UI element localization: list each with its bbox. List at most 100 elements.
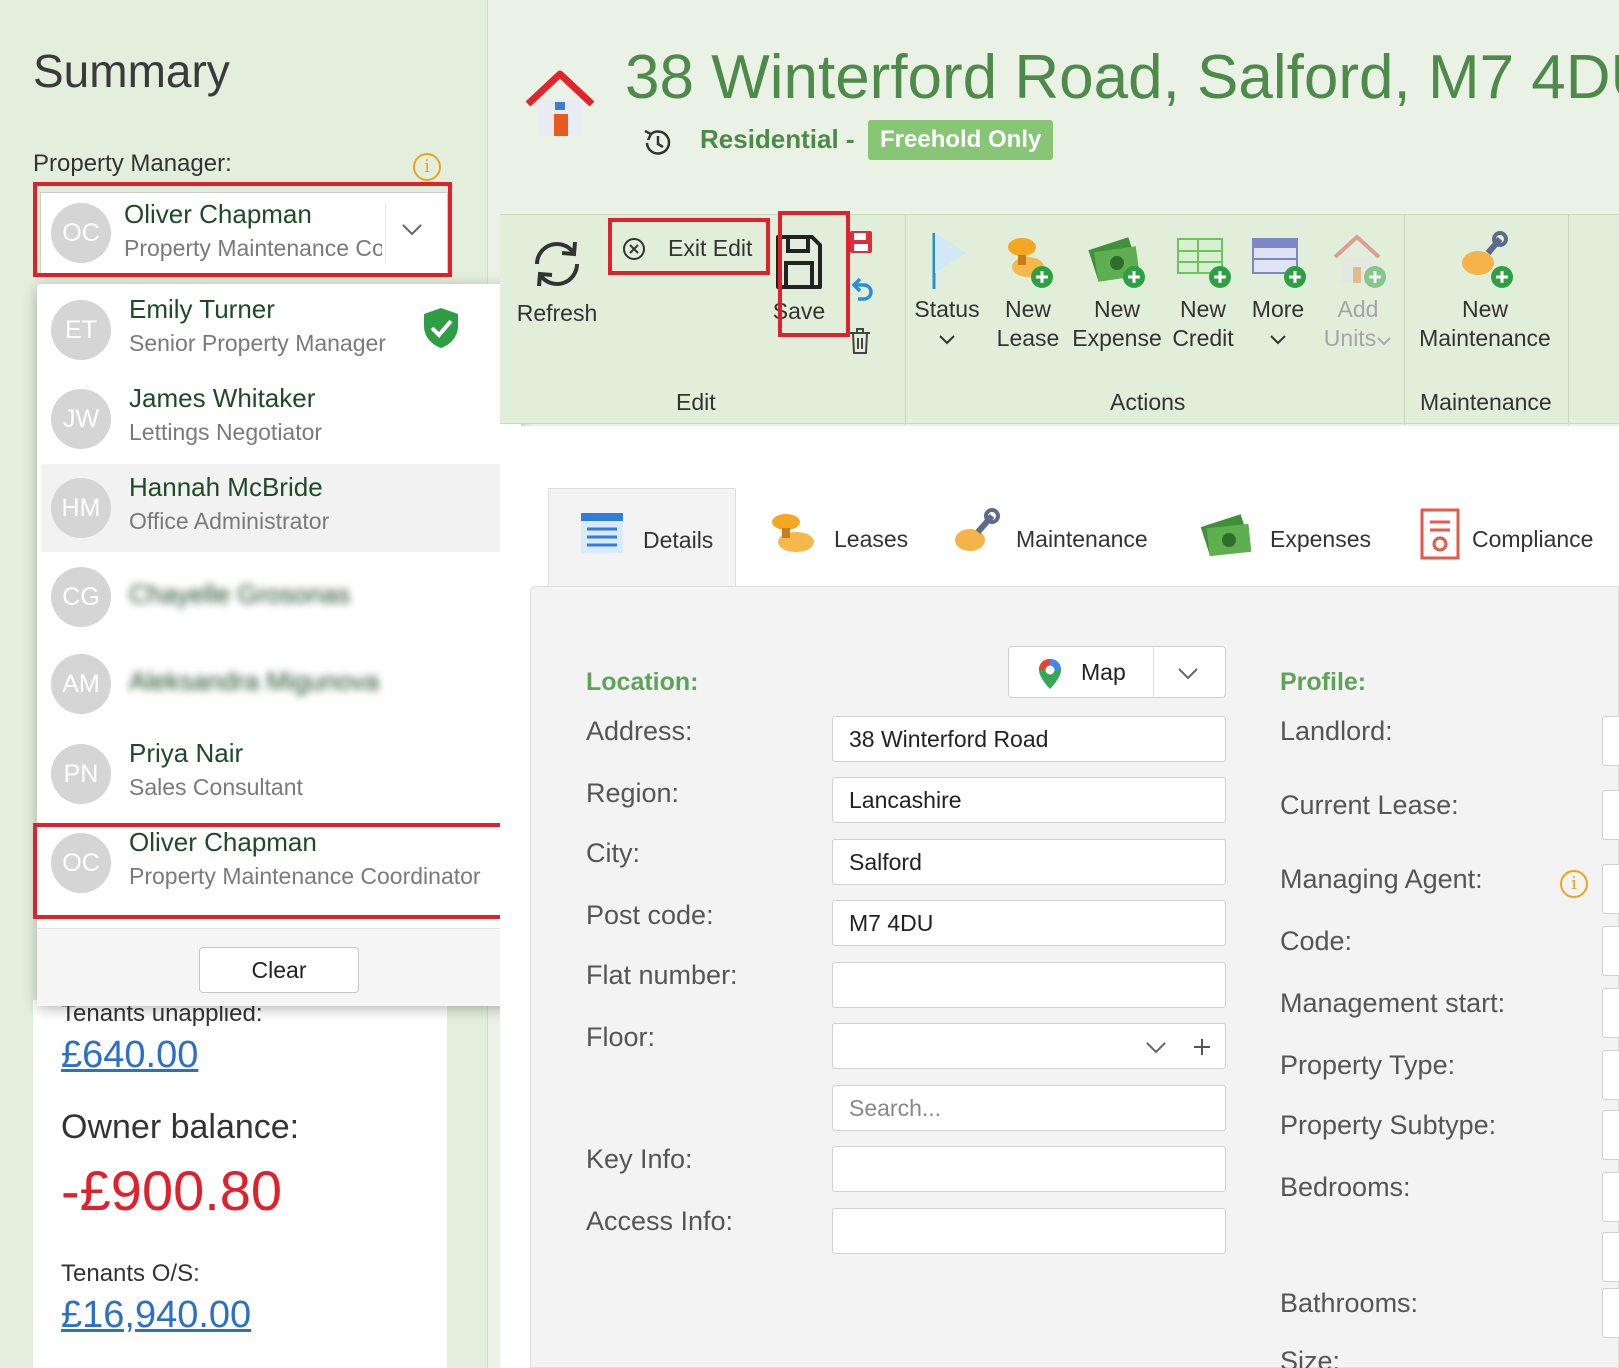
owner-balance-value: -£900.80	[61, 1159, 283, 1222]
clear-button[interactable]: Clear	[199, 947, 359, 993]
address-input[interactable]: 38 Winterford Road	[832, 716, 1226, 762]
key-info-input[interactable]	[832, 1146, 1226, 1192]
floor-select[interactable]	[832, 1023, 1226, 1069]
divider	[385, 203, 386, 263]
bathrooms-input[interactable]	[1602, 1288, 1619, 1338]
chevron-down-icon[interactable]	[1145, 1041, 1167, 1055]
avatar: CG	[51, 567, 111, 627]
save-small-icon[interactable]	[848, 229, 874, 255]
more-button[interactable]: More	[1240, 229, 1316, 353]
divider	[1153, 647, 1154, 697]
plus-icon[interactable]	[1193, 1038, 1211, 1056]
undo-icon[interactable]	[848, 277, 874, 303]
access-info-input[interactable]	[832, 1208, 1226, 1254]
avatar: PN	[51, 744, 111, 804]
history-icon[interactable]	[640, 125, 676, 161]
chevron-down-icon	[1270, 335, 1286, 345]
dropdown-option-selected[interactable]: OC Oliver Chapman Property Maintenance C…	[41, 819, 511, 907]
expenses-money-icon	[1200, 514, 1252, 557]
current-lease-label: Current Lease:	[1280, 790, 1459, 820]
ribbon-separator	[1568, 215, 1569, 425]
info-icon[interactable]: i	[1560, 870, 1588, 898]
code-input[interactable]	[1602, 926, 1619, 976]
more-sheet-icon	[1252, 238, 1306, 288]
bedrooms-input[interactable]	[1602, 1172, 1619, 1222]
delete-icon[interactable]	[848, 327, 872, 355]
floor-search-input[interactable]: Search...	[832, 1085, 1226, 1131]
new-expense-button[interactable]: New Expense	[1068, 229, 1166, 353]
dropdown-option[interactable]: JW James Whitaker Lettings Negotiator	[41, 375, 511, 463]
city-label: City:	[586, 838, 640, 868]
info-icon[interactable]: i	[413, 153, 441, 181]
new-lease-button[interactable]: New Lease	[988, 229, 1068, 353]
landlord-input[interactable]	[1602, 716, 1619, 766]
dropdown-option[interactable]: PN Priya Nair Sales Consultant	[41, 730, 511, 818]
maintenance-wrench-icon	[955, 508, 1000, 551]
status-button[interactable]: Status	[906, 229, 988, 353]
city-input[interactable]: Salford	[832, 839, 1226, 885]
chevron-down-icon[interactable]	[1177, 667, 1199, 681]
financial-summary: Tenants unapplied: £640.00 Owner balance…	[33, 1000, 447, 1368]
new-maintenance-button[interactable]: New Maintenance	[1410, 229, 1560, 353]
shield-check-icon	[424, 308, 458, 348]
location-heading: Location:	[586, 668, 699, 696]
chevron-down-icon[interactable]	[401, 223, 423, 237]
tab-expenses[interactable]: Expenses	[1196, 488, 1386, 586]
exit-edit-label: Exit Edit	[668, 235, 753, 261]
tenants-unapplied-link[interactable]: £640.00	[61, 1034, 198, 1077]
map-button[interactable]: Map	[1008, 646, 1226, 698]
tab-maintenance[interactable]: Maintenance	[944, 488, 1164, 586]
property-address-title: 38 Winterford Road, Salford, M7 4DU	[625, 43, 1619, 112]
option-role: Property Maintenance Coordinator	[129, 863, 481, 889]
management-start-input[interactable]	[1602, 988, 1619, 1038]
exit-edit-button[interactable]: Exit Edit	[610, 225, 764, 271]
property-type-input[interactable]	[1602, 1050, 1619, 1100]
flag-icon	[932, 233, 966, 289]
bathrooms-label: Bathrooms:	[1280, 1288, 1419, 1318]
tab-label: Compliance	[1472, 526, 1594, 552]
dropdown-footer: Clear	[37, 928, 521, 1006]
add-units-house-icon	[1333, 234, 1386, 288]
refresh-label: Refresh	[516, 300, 598, 326]
tab-label: Maintenance	[1016, 526, 1148, 552]
option-name: Hannah McBride	[129, 472, 323, 502]
edit-group-label: Edit	[676, 389, 716, 415]
property-subtype-input[interactable]	[1602, 1110, 1619, 1160]
tab-details[interactable]: Details	[548, 488, 736, 586]
option-role: Sales Consultant	[129, 774, 303, 800]
region-input[interactable]: Lancashire	[832, 777, 1226, 823]
new-lease-label-1: New	[1004, 296, 1051, 322]
tab-compliance[interactable]: Compliance	[1412, 488, 1619, 586]
new-credit-button[interactable]: New Credit	[1166, 229, 1240, 353]
bedrooms-extra-input[interactable]	[1602, 1232, 1619, 1282]
flat-number-input[interactable]	[832, 962, 1226, 1008]
details-list-icon	[581, 513, 623, 553]
selected-manager-name: Oliver Chapman	[124, 199, 312, 229]
dropdown-option-hovered[interactable]: HM Hannah McBride Office Administrator	[41, 464, 511, 552]
key-info-label: Key Info:	[586, 1144, 693, 1174]
dropdown-option[interactable]: ET Emily Turner Senior Property Manager	[41, 286, 511, 374]
tab-leases[interactable]: Leases	[760, 488, 920, 586]
actions-group-label: Actions	[1110, 389, 1186, 415]
refresh-button[interactable]: Refresh	[512, 233, 602, 328]
lease-handshake-icon	[1008, 238, 1053, 288]
save-button[interactable]: Save	[768, 231, 830, 326]
tab-label: Leases	[834, 526, 909, 552]
postcode-input[interactable]: M7 4DU	[832, 900, 1226, 946]
tenants-os-link[interactable]: £16,940.00	[61, 1294, 251, 1337]
owner-balance-label: Owner balance:	[61, 1108, 300, 1146]
managing-agent-input[interactable]	[1602, 864, 1619, 914]
add-units-button[interactable]: Add Units	[1316, 229, 1400, 353]
managing-agent-label: Managing Agent:	[1280, 864, 1483, 894]
property-manager-select[interactable]: OC Oliver Chapman Property Maintenance C…	[40, 192, 448, 274]
tab-label: Expenses	[1270, 526, 1372, 552]
landlord-label: Landlord:	[1280, 716, 1393, 746]
dropdown-option[interactable]: CG Chayelle Grosonas	[41, 553, 511, 641]
dropdown-option[interactable]: AM Aleksandra Migunova	[41, 640, 511, 728]
option-name: Oliver Chapman	[129, 827, 317, 857]
new-credit-label-2: Credit	[1172, 325, 1234, 351]
region-label: Region:	[586, 778, 680, 808]
chevron-down-icon	[1377, 337, 1391, 346]
access-info-label: Access Info:	[586, 1206, 734, 1236]
current-lease-input[interactable]	[1602, 790, 1619, 840]
